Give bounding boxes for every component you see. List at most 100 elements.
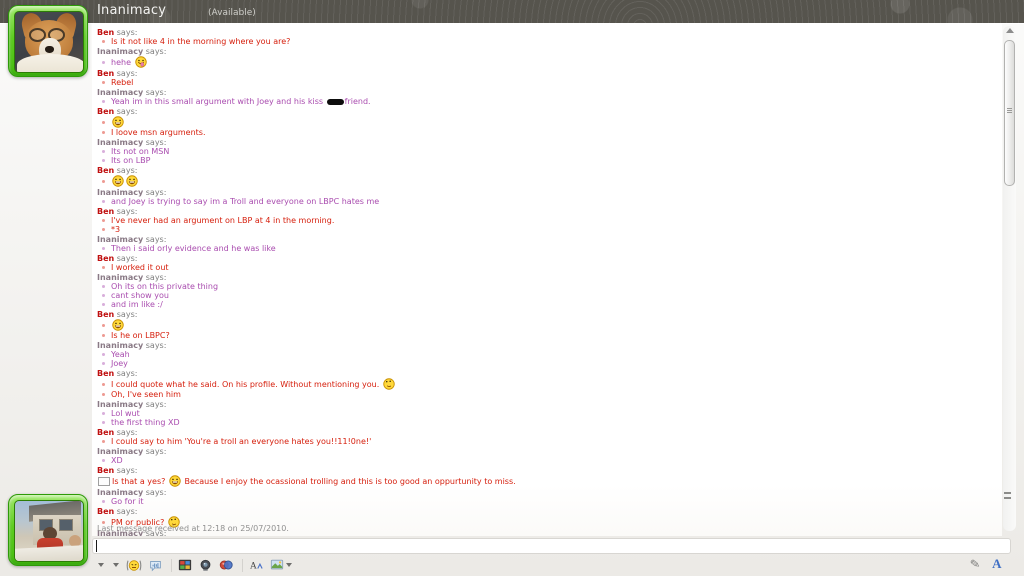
scroll-up-arrow[interactable] [1006,28,1014,33]
bullet-icon [102,362,105,365]
message-group: Inanimacy says: Lol wut the first thing XD [97,400,998,427]
voice-clip-button[interactable] [149,559,162,572]
remote-display-picture[interactable] [8,5,88,77]
winks-picker[interactable] [111,563,119,567]
chevron-down-icon[interactable] [98,563,104,567]
sender-line: Inanimacy says: [97,400,167,409]
sender-line: Ben says: [97,310,138,319]
sender-line: Inanimacy says: [97,138,167,147]
message-line: Lol wut [97,409,998,418]
chevron-down-icon[interactable] [286,563,292,567]
grin-emoticon [112,116,124,128]
message-line: Is that a yes? Because I enjoy the ocass… [97,475,998,487]
message-group: Ben says: I worked it out [97,254,998,272]
self-display-picture[interactable] [8,494,88,566]
message-text: Go for it [111,497,144,506]
message-group: Ben says: Is that a yes? Because I enjoy … [97,466,998,487]
scrollbar-grip-icon [1007,108,1012,114]
message-line [97,116,998,128]
message-history[interactable]: Ben says: Is it not like 4 in the morning… [92,24,1002,536]
message-text: Is that a yes? [112,476,168,486]
chevron-down-icon[interactable] [113,563,119,567]
sender-line: Ben says: [97,507,138,516]
message-text: I've never had an argument on LBP at 4 i… [111,216,335,225]
message-text: Is it not like 4 in the morning where yo… [111,37,291,46]
nudge-icon [126,559,142,572]
bullet-icon [102,412,105,415]
svg-text:A: A [250,561,257,572]
message-line: *3 [97,225,998,234]
message-line: Then i said orly evidence and he was lik… [97,244,998,253]
nudge-button[interactable] [126,559,142,572]
message-line: Its on LBP [97,156,998,165]
bullet-icon [102,285,105,288]
message-line: Joey [97,359,998,368]
message-text: I could say to him 'You're a troll an ev… [111,437,372,446]
message-text: Yeah im in this small argument with Joey… [111,97,326,106]
voice-clip-icon [149,559,162,572]
message-text: XD [111,456,123,465]
grin-emoticon [126,175,138,187]
scrollbar-thumb[interactable] [1004,40,1015,186]
conversation-titlebar: Inanimacy (Available) [0,0,1024,24]
bullet-icon [102,323,105,327]
bullet-icon [102,303,105,306]
message-line: I could say to him 'You're a troll an ev… [97,437,998,446]
webcam-button[interactable] [199,559,212,572]
message-text: Its not on MSN [111,147,170,156]
message-line: Is it not like 4 in the morning where yo… [97,37,998,46]
bullet-icon [102,200,105,203]
message-group: Inanimacy says: Yeah im in this small arg… [97,88,998,106]
message-line: Its not on MSN [97,147,998,156]
bullet-icon [102,440,105,443]
input-mode-toggles: ✎ A [969,556,1001,572]
text-caret [96,540,97,552]
games-button[interactable] [219,558,233,572]
message-text: Lol wut [111,409,140,418]
message-group: Inanimacy says: Its not on MSN Its on LBP [97,138,998,165]
sender-line: Inanimacy says: [97,273,167,282]
sender-line: Inanimacy says: [97,488,167,497]
bullet-icon [102,100,105,103]
bullet-icon [102,421,105,424]
message-text: and im like :/ [111,300,163,309]
emoticon-picker[interactable] [96,563,104,567]
message-input[interactable] [92,538,1011,554]
message-line: Yeah [97,350,998,359]
message-group: Ben says: I loove msn arguments. [97,107,998,137]
message-line: and Joey is trying to say im a Troll and… [97,197,998,206]
message-line [97,319,998,331]
sender-line: Inanimacy says: [97,47,167,56]
text-a-icon[interactable]: A [992,556,1001,572]
bullet-icon [102,334,105,337]
bullet-icon [102,150,105,153]
background-picker[interactable] [270,558,292,572]
tongue-emoticon [134,56,147,68]
webcam-icon [199,559,212,572]
sender-line: Inanimacy says: [97,188,167,197]
message-text: *3 [111,225,121,234]
message-text: Rebel [111,78,134,87]
toolbar-separator [242,558,243,572]
splitter-grip-icon[interactable] [1004,492,1012,502]
sender-line: Ben says: [97,107,138,116]
photos-button[interactable] [178,558,192,572]
message-text: Yeah [111,350,130,359]
games-icon [219,558,233,572]
sender-line: Ben says: [97,369,138,378]
message-line: Rebel [97,78,998,87]
message-group: Ben says: Is it not like 4 in the morning… [97,28,998,46]
message-line: the first thing XD [97,418,998,427]
message-text: Then i said orly evidence and he was lik… [111,244,276,253]
message-group: Ben says: I could say to him 'You're a tr… [97,428,998,446]
sender-line: Inanimacy says: [97,235,167,244]
grin-emoticon [112,175,124,187]
message-group: Inanimacy says: and Joey is trying to say… [97,188,998,206]
messenger-conversation-window: Inanimacy (Available) Ben says: Is it not… [0,0,1024,576]
sender-line: Ben says: [97,466,138,475]
message-text: I could quote what he said. On his profi… [111,379,382,389]
font-button[interactable]: A [249,558,263,572]
bullet-icon [102,60,105,64]
pencil-icon[interactable]: ✎ [969,556,981,571]
bullet-icon [102,459,105,462]
